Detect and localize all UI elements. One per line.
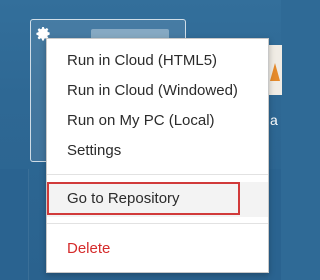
menu-item-run-local-pc[interactable]: Run on My PC (Local) — [47, 106, 268, 134]
right-background-block — [268, 169, 281, 280]
left-background-block — [0, 169, 29, 280]
thumbnail-shape-icon — [270, 63, 280, 81]
right-thumbnail — [268, 45, 282, 95]
menu-item-run-cloud-html5[interactable]: Run in Cloud (HTML5) — [47, 46, 268, 74]
menu-divider — [47, 174, 268, 175]
menu-item-settings[interactable]: Settings — [47, 136, 268, 164]
context-menu: Run in Cloud (HTML5) Run in Cloud (Windo… — [46, 38, 269, 273]
menu-item-delete[interactable]: Delete — [47, 234, 268, 262]
menu-item-run-cloud-windowed[interactable]: Run in Cloud (Windowed) — [47, 76, 268, 104]
menu-item-go-to-repository[interactable]: Go to Repository — [47, 182, 240, 215]
right-label-fragment: a — [270, 112, 278, 128]
menu-divider — [47, 223, 268, 224]
